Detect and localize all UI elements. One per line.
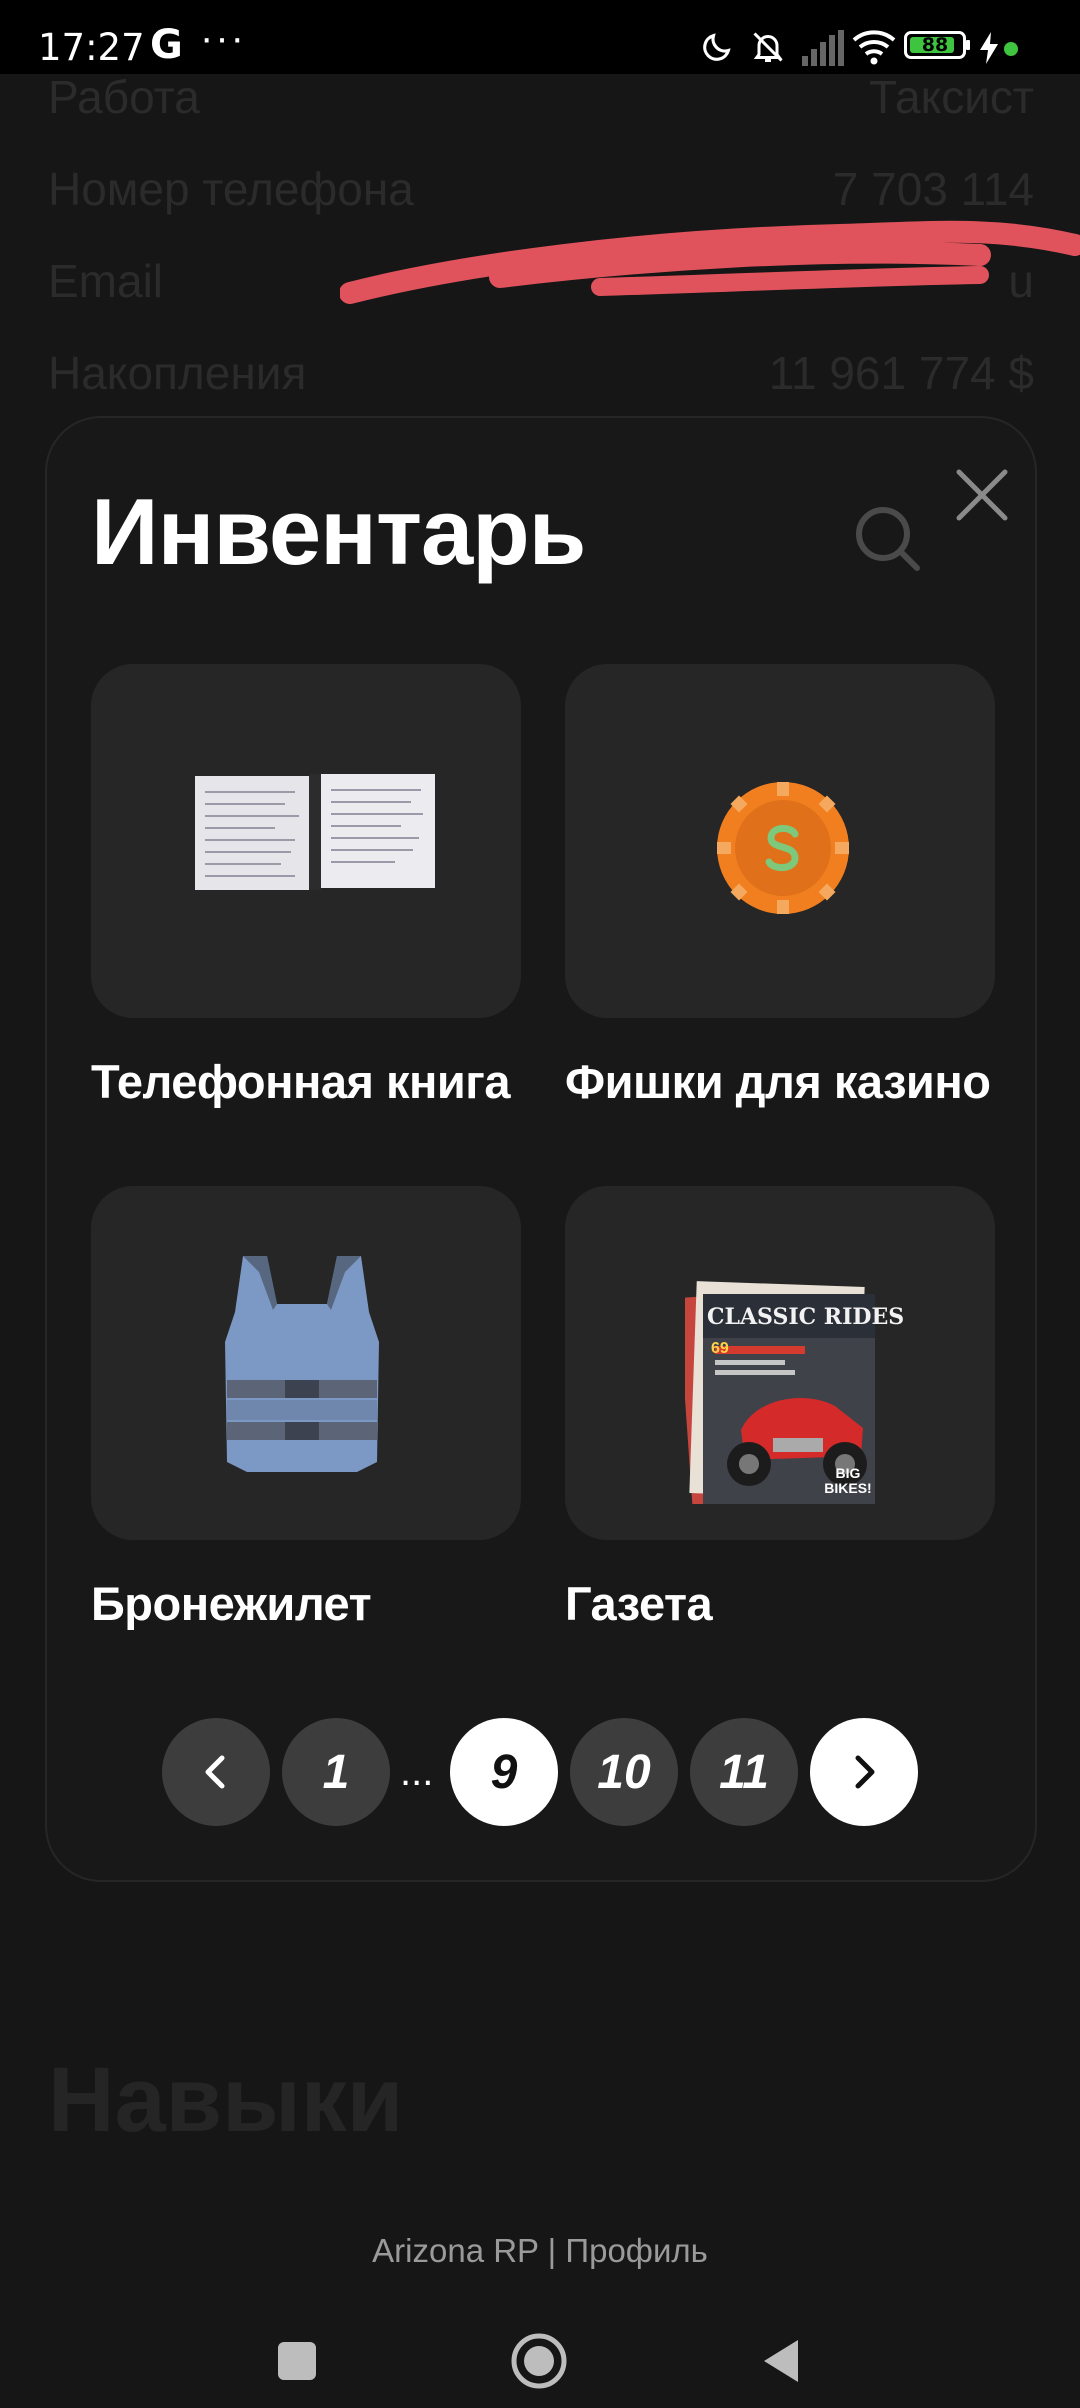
more-notifications-icon: ···: [200, 16, 246, 60]
status-time: 17:27: [38, 26, 145, 69]
item-label: Бронежилет: [91, 1577, 372, 1630]
chevron-right-icon: [855, 1755, 875, 1789]
search-icon[interactable]: [847, 498, 927, 578]
profile-row-label: Работа: [48, 71, 200, 123]
recents-button[interactable]: [276, 2340, 318, 2382]
battery-tip: [966, 40, 970, 50]
item-label: Газета: [565, 1577, 713, 1630]
home-button[interactable]: [510, 2332, 568, 2390]
inventory-item-phonebook[interactable]: [91, 664, 521, 1018]
newspaper-badge: BIG BIKES!: [824, 1465, 872, 1496]
google-icon: G: [150, 22, 183, 68]
moon-icon: [703, 33, 731, 61]
inventory-item-casino-chips[interactable]: [565, 664, 995, 1018]
pagination-page-9[interactable]: 9: [450, 1718, 558, 1826]
body-armor-icon: [225, 1256, 379, 1472]
profile-row-phone: Номер телефона 7 703 114: [48, 162, 1034, 222]
status-bar: 17:27 G ··· 88: [0, 0, 1080, 74]
profile-row-label: Email: [48, 255, 164, 307]
wifi-icon: [852, 30, 896, 65]
system-nav-bar: [0, 2300, 1080, 2408]
bell-muted-icon: [753, 32, 783, 62]
inventory-item-newspaper[interactable]: CLASSIC RIDES 69 BIG BIKES!: [565, 1186, 995, 1540]
inventory-modal: Инвентарь Телефонная книга Фишки для каз…: [45, 416, 1037, 1882]
profile-row-value: 7 703 114: [832, 163, 1034, 215]
battery-icon: 88: [904, 31, 966, 59]
charging-dot: [1004, 42, 1018, 56]
app-caption: Arizona RP | Профиль: [372, 2232, 708, 2269]
pagination-page-10[interactable]: 10: [570, 1718, 678, 1826]
pagination-next-button[interactable]: [810, 1718, 918, 1826]
signal-icon: [802, 30, 844, 66]
close-icon[interactable]: [947, 460, 1017, 530]
profile-row-savings: Накопления 11 961 774 $: [48, 346, 1034, 406]
redaction-scribble: [340, 220, 1080, 304]
status-icons: 88: [660, 0, 1080, 74]
charging-icon: [980, 32, 998, 64]
back-button[interactable]: [758, 2336, 804, 2386]
profile-row-value: Таксист: [868, 71, 1034, 123]
newspaper-issue: 69: [711, 1340, 729, 1357]
profile-row-value: 11 961 774 $: [768, 347, 1034, 399]
profile-row-label: Номер телефона: [48, 163, 414, 215]
profile-row-job: Работа Таксист: [48, 70, 1034, 130]
battery-level: 88: [921, 34, 949, 56]
newspaper-headline: CLASSIC RIDES: [707, 1304, 905, 1330]
inventory-item-body-armor[interactable]: [91, 1186, 521, 1540]
newspaper-icon: CLASSIC RIDES 69 BIG BIKES!: [685, 1278, 904, 1504]
pagination-page-1[interactable]: 1: [282, 1718, 390, 1826]
casino-chip-icon: [717, 782, 849, 914]
skills-section-title: Навыки: [48, 2049, 404, 2151]
pagination-prev-button[interactable]: [162, 1718, 270, 1826]
pagination-ellipsis: ...: [400, 1750, 434, 1794]
item-label: Фишки для казино: [565, 1055, 991, 1108]
chevron-left-icon: [205, 1755, 225, 1789]
modal-title: Инвентарь: [91, 479, 586, 584]
profile-row-label: Накопления: [48, 347, 307, 399]
pagination-page-11[interactable]: 11: [690, 1718, 798, 1826]
item-label: Телефонная книга: [91, 1055, 511, 1108]
phonebook-icon: [195, 774, 435, 890]
